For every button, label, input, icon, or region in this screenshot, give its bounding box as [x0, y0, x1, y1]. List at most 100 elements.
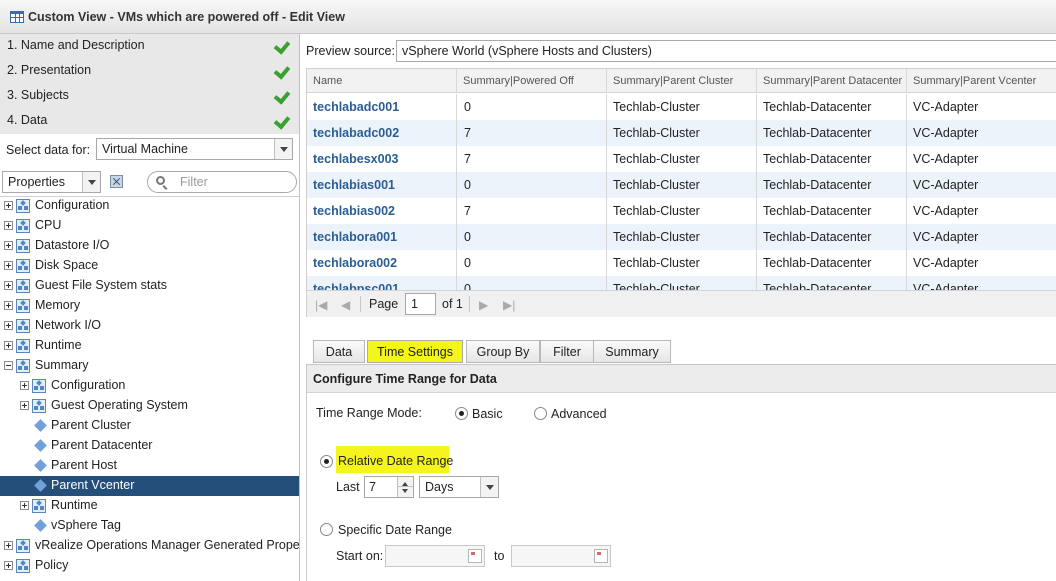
group-icon [32, 379, 46, 393]
group-icon [32, 399, 46, 413]
tree-item-guest-os[interactable]: Guest Operating System [0, 396, 299, 416]
preview-source-dropdown[interactable]: vSphere World (vSphere Hosts and Cluster… [396, 40, 1056, 62]
column-header-name[interactable]: Name [307, 69, 457, 93]
properties-dropdown[interactable]: Properties [2, 171, 101, 193]
tree-item-vsphere-tag[interactable]: vSphere Tag [0, 516, 299, 536]
tree-item-network-io[interactable]: Network I/O [0, 316, 299, 336]
step-data[interactable]: 4. Data [0, 109, 299, 134]
expand-icon[interactable] [4, 321, 13, 330]
table-row[interactable]: techlabora001 0 Techlab-Cluster Techlab-Dat… [307, 224, 1056, 250]
table-row[interactable]: techlabias002 7 Techlab-Cluster Techlab-Dat… [307, 198, 1056, 224]
check-icon [275, 63, 291, 79]
column-header-parent-vcenter[interactable]: Summary|Parent Vcenter [907, 69, 1056, 93]
column-header-parent-cluster[interactable]: Summary|Parent Cluster [607, 69, 757, 93]
expand-icon[interactable] [4, 301, 13, 310]
step-presentation[interactable]: 2. Presentation [0, 59, 299, 84]
specific-date-radio[interactable] [320, 523, 333, 536]
chevron-down-icon [82, 172, 100, 192]
tree-item-summary-configuration[interactable]: Configuration [0, 376, 299, 396]
table-row[interactable]: techlabesx003 7 Techlab-Cluster Techlab-Dat… [307, 146, 1056, 172]
expand-icon[interactable] [4, 281, 13, 290]
last-page-icon[interactable]: ▶| [503, 298, 515, 312]
end-date-input[interactable] [511, 545, 611, 567]
expand-icon[interactable] [4, 541, 13, 550]
tab-filter[interactable]: Filter [540, 340, 594, 363]
expand-icon[interactable] [20, 401, 29, 410]
basic-radio[interactable] [455, 407, 468, 420]
column-divider [606, 94, 607, 290]
tree-item-configuration[interactable]: Configuration [0, 196, 299, 216]
step-subjects[interactable]: 3. Subjects [0, 84, 299, 109]
relative-date-label: Relative Date Range [338, 454, 454, 468]
stepper-up-icon[interactable] [397, 477, 413, 487]
step-name-description[interactable]: 1. Name and Description [0, 34, 299, 59]
time-unit-dropdown[interactable]: Days [419, 476, 499, 498]
tree-item-summary-runtime[interactable]: Runtime [0, 496, 299, 516]
group-icon [16, 539, 30, 553]
tree-item-disk-space[interactable]: Disk Space [0, 256, 299, 276]
group-icon [32, 499, 46, 513]
column-header-parent-datacenter[interactable]: Summary|Parent Datacenter [757, 69, 907, 93]
tree-item-parent-cluster[interactable]: Parent Cluster [0, 416, 299, 436]
advanced-radio[interactable] [534, 407, 547, 420]
chevron-down-icon [274, 139, 292, 159]
tree-item-cpu[interactable]: CPU [0, 216, 299, 236]
tree-item-vrops-generated[interactable]: vRealize Operations Manager Generated Pr… [0, 536, 299, 556]
page-input[interactable]: 1 [405, 293, 436, 315]
group-icon [16, 299, 30, 313]
tree-item-parent-datacenter[interactable]: Parent Datacenter [0, 436, 299, 456]
group-icon [16, 219, 30, 233]
left-panel: 1. Name and Description 2. Presentation … [0, 34, 300, 581]
group-icon [16, 359, 30, 373]
group-icon [16, 339, 30, 353]
table-row[interactable]: techlabias001 0 Techlab-Cluster Techlab-Dat… [307, 172, 1056, 198]
chevron-down-icon [480, 477, 498, 497]
expand-icon[interactable] [4, 561, 13, 570]
expand-icon[interactable] [4, 261, 13, 270]
tab-summary[interactable]: Summary [593, 340, 671, 363]
first-page-icon[interactable]: |◀ [315, 298, 327, 312]
column-header-powered-off[interactable]: Summary|Powered Off [457, 69, 607, 93]
tree-item-policy[interactable]: Policy [0, 556, 299, 576]
relative-date-radio[interactable] [320, 455, 333, 468]
start-on-label: Start on: [336, 549, 384, 563]
window-title: Custom View - VMs which are powered off … [28, 10, 345, 24]
next-page-icon[interactable]: ▶ [479, 298, 488, 312]
table-row[interactable]: techlabadc001 0 Techlab-Cluster Techlab-Dat… [307, 94, 1056, 120]
tab-time-settings[interactable]: Time Settings [367, 340, 463, 363]
table-row[interactable]: techlabadc002 7 Techlab-Cluster Techlab-Dat… [307, 120, 1056, 146]
expand-icon[interactable] [4, 341, 13, 350]
tab-data[interactable]: Data [313, 340, 365, 363]
page-count: of 1 [442, 297, 463, 311]
tree-item-runtime[interactable]: Runtime [0, 336, 299, 356]
tree-item-summary[interactable]: Summary [0, 356, 299, 376]
tree-item-datastore-io[interactable]: Datastore I/O [0, 236, 299, 256]
expand-icon[interactable] [4, 201, 13, 210]
tab-group-by[interactable]: Group By [466, 340, 540, 363]
tree-item-parent-vcenter[interactable]: Parent Vcenter [0, 476, 299, 496]
last-value-stepper[interactable]: 7 [364, 476, 414, 498]
table-row[interactable]: techlabpsc001 0 Techlab-Cluster Techlab-Dat… [307, 276, 1056, 290]
title-bar: Custom View - VMs which are powered off … [0, 0, 1056, 34]
table-row[interactable]: techlabora002 0 Techlab-Cluster Techlab-Dat… [307, 250, 1056, 276]
time-range-mode-label: Time Range Mode: [316, 406, 422, 420]
calendar-icon[interactable] [594, 549, 608, 563]
tree-item-memory[interactable]: Memory [0, 296, 299, 316]
select-data-dropdown[interactable]: Virtual Machine [96, 138, 293, 160]
expand-icon[interactable] [20, 501, 29, 510]
expand-icon[interactable] [20, 381, 29, 390]
group-icon [16, 279, 30, 293]
collapse-icon[interactable] [4, 361, 13, 370]
group-icon [16, 199, 30, 213]
tree-item-parent-host[interactable]: Parent Host [0, 456, 299, 476]
start-date-input[interactable] [385, 545, 485, 567]
clear-filter-icon[interactable] [110, 175, 123, 188]
select-data-label: Select data for: [6, 143, 91, 157]
expand-icon[interactable] [4, 241, 13, 250]
stepper-down-icon[interactable] [397, 487, 413, 497]
tree-item-guest-fs[interactable]: Guest File System stats [0, 276, 299, 296]
prev-page-icon[interactable]: ◀ [341, 298, 350, 312]
expand-icon[interactable] [4, 221, 13, 230]
calendar-icon[interactable] [468, 549, 482, 563]
filter-input[interactable]: Filter [147, 171, 297, 193]
